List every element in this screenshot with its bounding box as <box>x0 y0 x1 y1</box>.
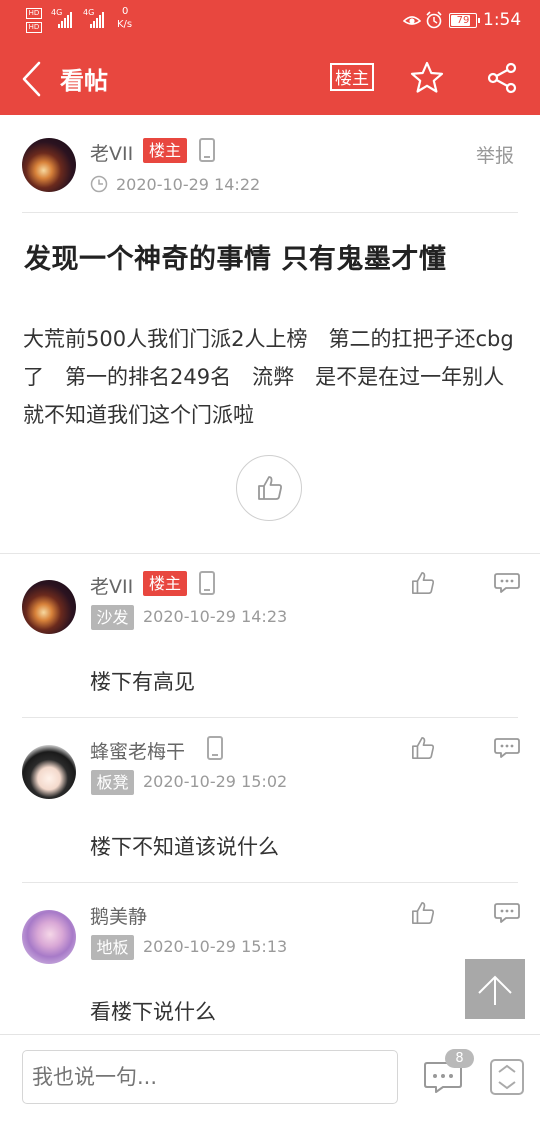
author-name[interactable]: 老VII <box>90 139 133 166</box>
floor-badge: 沙发 <box>91 605 134 630</box>
thumbs-up-icon[interactable] <box>411 571 435 595</box>
reply-username[interactable]: 老VII <box>90 572 133 599</box>
op-badge: 楼主 <box>143 138 187 163</box>
hd-badge-1: HD <box>26 8 42 19</box>
divider <box>22 882 518 883</box>
mobile-client-icon <box>199 138 215 162</box>
hd-badge-2: HD <box>26 22 42 33</box>
floor-badge: 地板 <box>91 935 134 960</box>
op-badge: 楼主 <box>143 571 187 596</box>
divider <box>22 212 518 213</box>
reply-avatar[interactable] <box>22 910 76 964</box>
reply-input[interactable] <box>22 1050 398 1104</box>
reply-time: 2020-10-29 15:13 <box>143 937 288 956</box>
thumbs-up-icon[interactable] <box>411 736 435 760</box>
report-button[interactable]: 举报 <box>476 141 514 168</box>
reply-username[interactable]: 鹅美静 <box>90 902 147 929</box>
thumbs-up-icon[interactable] <box>411 901 435 925</box>
network-speed-value: 0 <box>122 6 129 17</box>
comment-count-badge: 8 <box>445 1049 474 1068</box>
signal-icon-1 <box>58 10 72 28</box>
post-title: 发现一个神奇的事情 只有鬼墨才懂 <box>24 244 447 275</box>
mobile-client-icon <box>207 736 223 760</box>
divider <box>22 717 518 718</box>
reply-content: 楼下有高见 <box>90 670 195 694</box>
reply-content: 楼下不知道该说什么 <box>90 835 279 859</box>
alarm-icon <box>426 11 442 29</box>
clock: 1:54 <box>483 10 522 30</box>
comment-icon[interactable] <box>494 572 520 594</box>
app-header: HD HD 4G 4G 0 K/s 79 1:54 看帖 楼主 <box>0 0 540 115</box>
favorite-star-icon[interactable] <box>410 61 444 95</box>
reply-time: 2020-10-29 14:23 <box>143 607 288 626</box>
like-button[interactable] <box>236 455 302 521</box>
battery-icon: 79 <box>449 13 480 28</box>
clock-icon <box>90 175 108 193</box>
reply-content: 看楼下说什么 <box>90 1000 216 1024</box>
thumbs-up-icon <box>258 476 282 500</box>
scroll-to-top-button[interactable] <box>465 959 525 1019</box>
back-arrow-icon[interactable] <box>20 60 42 98</box>
only-op-button[interactable]: 楼主 <box>330 63 374 91</box>
post-time: 2020-10-29 14:22 <box>116 175 261 194</box>
eye-comfort-icon <box>403 16 421 25</box>
network-speed-unit: K/s <box>117 19 133 30</box>
signal-icon-2 <box>90 10 104 28</box>
reply-avatar[interactable] <box>22 580 76 634</box>
author-avatar[interactable] <box>22 138 76 192</box>
reply-avatar[interactable] <box>22 745 76 799</box>
page-title: 看帖 <box>60 67 108 95</box>
comment-icon[interactable] <box>494 902 520 924</box>
battery-level: 79 <box>456 15 470 26</box>
divider <box>0 553 540 554</box>
floor-badge: 板凳 <box>91 770 134 795</box>
reply-username[interactable]: 蜂蜜老梅干 <box>90 737 185 764</box>
comment-icon[interactable] <box>494 737 520 759</box>
share-icon[interactable] <box>486 62 518 94</box>
reply-time: 2020-10-29 15:02 <box>143 772 288 791</box>
mobile-client-icon <box>199 571 215 595</box>
arrow-up-icon <box>478 975 512 1005</box>
post-body: 大荒前500人我们门派2人上榜 第二的扛把子还cbg了 第一的排名249名 流弊… <box>23 327 514 427</box>
page-jump-icon[interactable] <box>489 1058 525 1096</box>
